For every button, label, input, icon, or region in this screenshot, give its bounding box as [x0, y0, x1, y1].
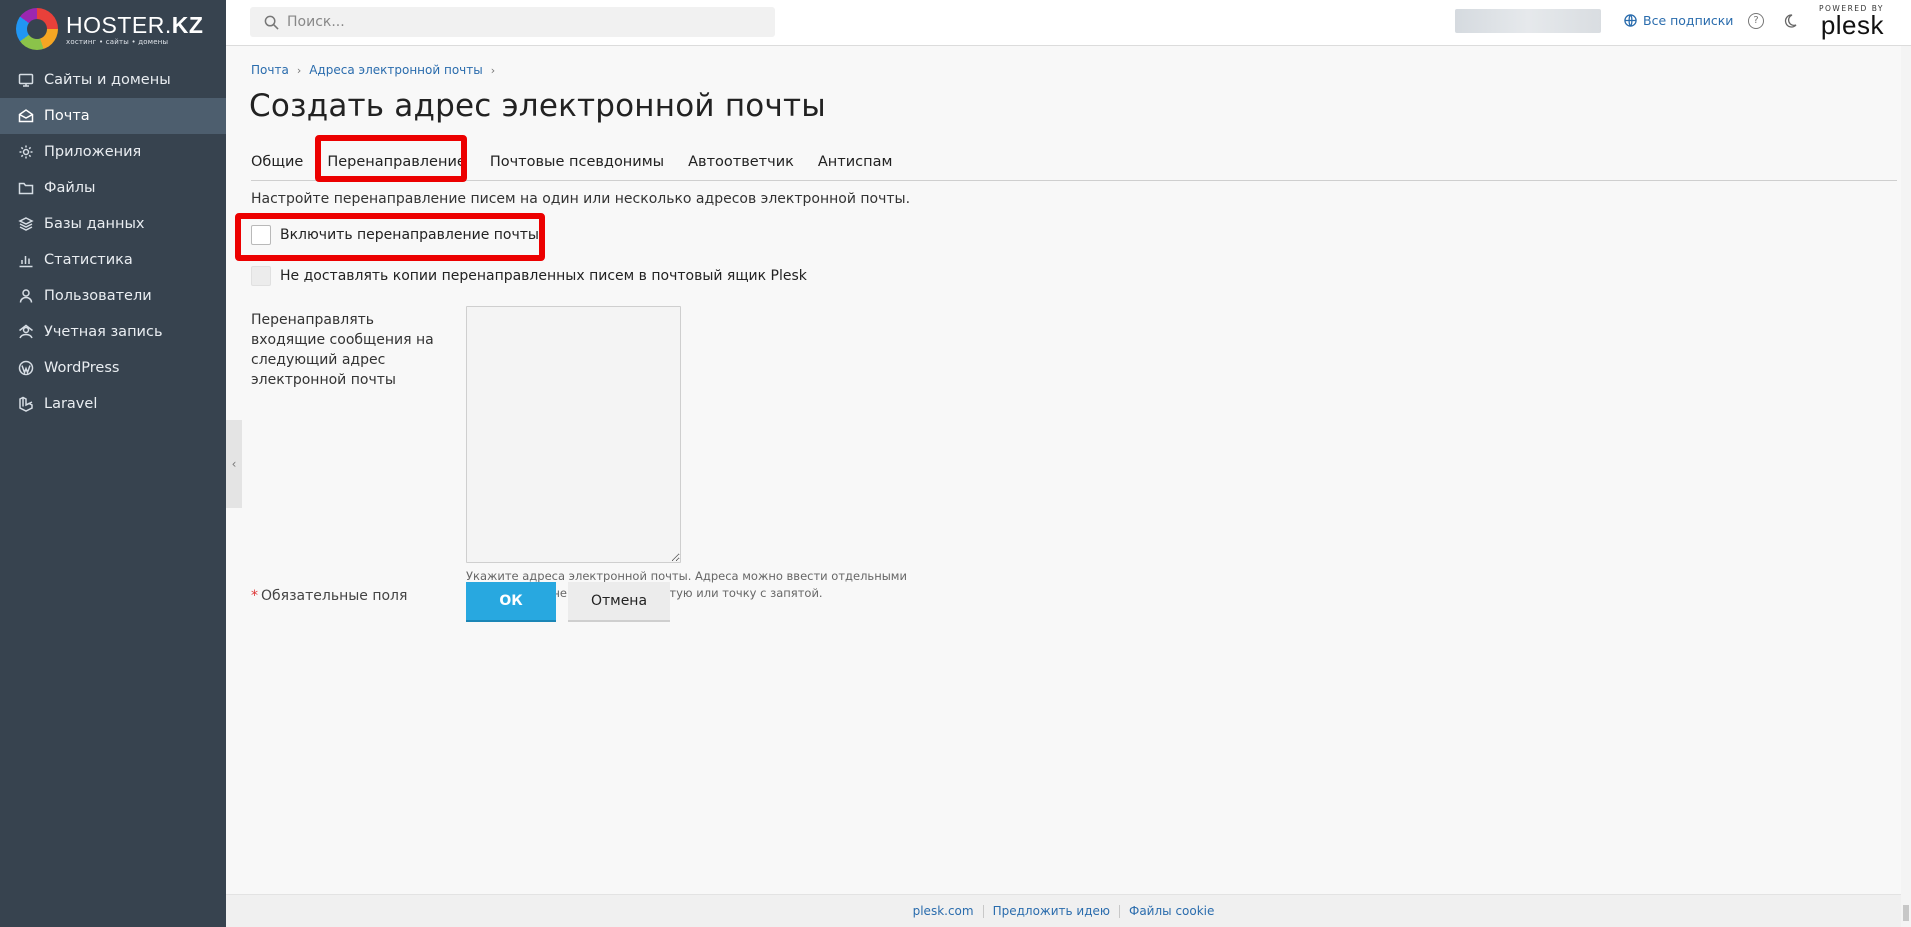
sidebar: HOSTER.KZ хостинг • сайты • домены Сайты… [0, 0, 226, 927]
forward-addresses-label: Перенаправлять входящие сообщения на сле… [251, 312, 434, 388]
sidebar-item-files[interactable]: Файлы [0, 170, 226, 206]
forward-addresses-textarea[interactable] [466, 306, 681, 563]
sidebar-item-statistics[interactable]: Статистика [0, 242, 226, 278]
mail-icon [18, 108, 34, 124]
footer-link-plesk[interactable]: plesk.com [904, 904, 983, 918]
account-icon [18, 324, 34, 340]
search-placeholder: Поиск... [287, 14, 345, 30]
top-bar: Поиск... Все подписки ? POWERED BY plesk [226, 0, 1911, 46]
tab-antispam[interactable]: Антиспам [818, 149, 893, 181]
brand-name: HOSTER.KZ [66, 11, 204, 38]
sidebar-item-databases[interactable]: Базы данных [0, 206, 226, 242]
folder-icon [18, 180, 34, 196]
page-title: Создать адрес электронной почты [249, 88, 826, 124]
sidebar-item-users[interactable]: Пользователи [0, 278, 226, 314]
search-input[interactable]: Поиск... [250, 7, 775, 37]
tab-autoresponder[interactable]: Автоответчик [688, 149, 794, 181]
sidebar-item-laravel[interactable]: Laravel [0, 386, 226, 422]
enable-forwarding-label: Включить перенаправление почты [280, 227, 539, 243]
breadcrumb-email-addresses[interactable]: Адреса электронной почты [309, 63, 483, 77]
enable-forwarding-checkbox-row[interactable]: Включить перенаправление почты [251, 225, 539, 245]
database-icon [18, 216, 34, 232]
gear-icon [18, 144, 34, 160]
no-copies-checkbox-row: Не доставлять копии перенаправленных пис… [251, 266, 807, 286]
forwarding-description: Настройте перенаправление писем на один … [251, 191, 911, 207]
moon-icon[interactable] [1782, 13, 1798, 29]
chevron-right-icon: › [296, 63, 302, 77]
sidebar-item-wordpress[interactable]: WordPress [0, 350, 226, 386]
sidebar-item-mail[interactable]: Почта [0, 98, 226, 134]
tab-bar: Общие Перенаправление Почтовые псевдоним… [251, 149, 1897, 181]
ok-button[interactable]: ОК [466, 582, 556, 622]
main-content: Почта › Адреса электронной почты › Созда… [226, 46, 1901, 894]
laravel-icon [18, 396, 34, 412]
sidebar-item-sites-domains[interactable]: Сайты и домены [0, 62, 226, 98]
search-icon [264, 15, 279, 30]
monitor-icon [18, 72, 34, 88]
brand-logo[interactable]: HOSTER.KZ хостинг • сайты • домены [0, 0, 226, 58]
sidebar-collapse-handle[interactable]: ‹ [226, 420, 242, 508]
user-icon [18, 288, 34, 304]
plesk-logo: POWERED BY plesk [1819, 4, 1885, 40]
tab-mail-aliases[interactable]: Почтовые псевдонимы [490, 149, 664, 181]
footer-link-cookies[interactable]: Файлы cookie [1120, 904, 1223, 918]
all-subscriptions-link[interactable]: Все подписки [1624, 13, 1733, 28]
brand-tagline: хостинг • сайты • домены [66, 37, 169, 46]
chevron-right-icon: › [490, 63, 496, 77]
enable-forwarding-checkbox[interactable] [251, 225, 271, 245]
tab-forwarding[interactable]: Перенаправление [327, 149, 466, 181]
sidebar-item-account[interactable]: Учетная запись [0, 314, 226, 350]
sidebar-nav: Сайты и домены Почта Приложения Файлы Ба… [0, 62, 226, 422]
footer-link-suggest-idea[interactable]: Предложить идею [984, 904, 1119, 918]
globe-icon [1624, 14, 1637, 27]
hoster-logo-icon [16, 8, 58, 50]
required-fields-note: * Обязательные поля [251, 588, 408, 604]
wordpress-icon [18, 360, 34, 376]
page-scrollbar[interactable] [1901, 46, 1911, 927]
required-star: * [251, 588, 258, 604]
cancel-button[interactable]: Отмена [568, 582, 670, 622]
help-icon[interactable]: ? [1748, 13, 1764, 29]
user-account-redacted[interactable] [1455, 9, 1601, 33]
sidebar-item-applications[interactable]: Приложения [0, 134, 226, 170]
no-copies-label: Не доставлять копии перенаправленных пис… [280, 268, 807, 284]
scrollbar-thumb[interactable] [1903, 905, 1909, 921]
breadcrumb: Почта › Адреса электронной почты › [251, 63, 503, 77]
chart-icon [18, 252, 34, 268]
no-copies-checkbox [251, 266, 271, 286]
tab-general[interactable]: Общие [251, 149, 303, 181]
footer: plesk.com Предложить идею Файлы cookie [226, 894, 1901, 927]
breadcrumb-mail[interactable]: Почта [251, 63, 289, 77]
